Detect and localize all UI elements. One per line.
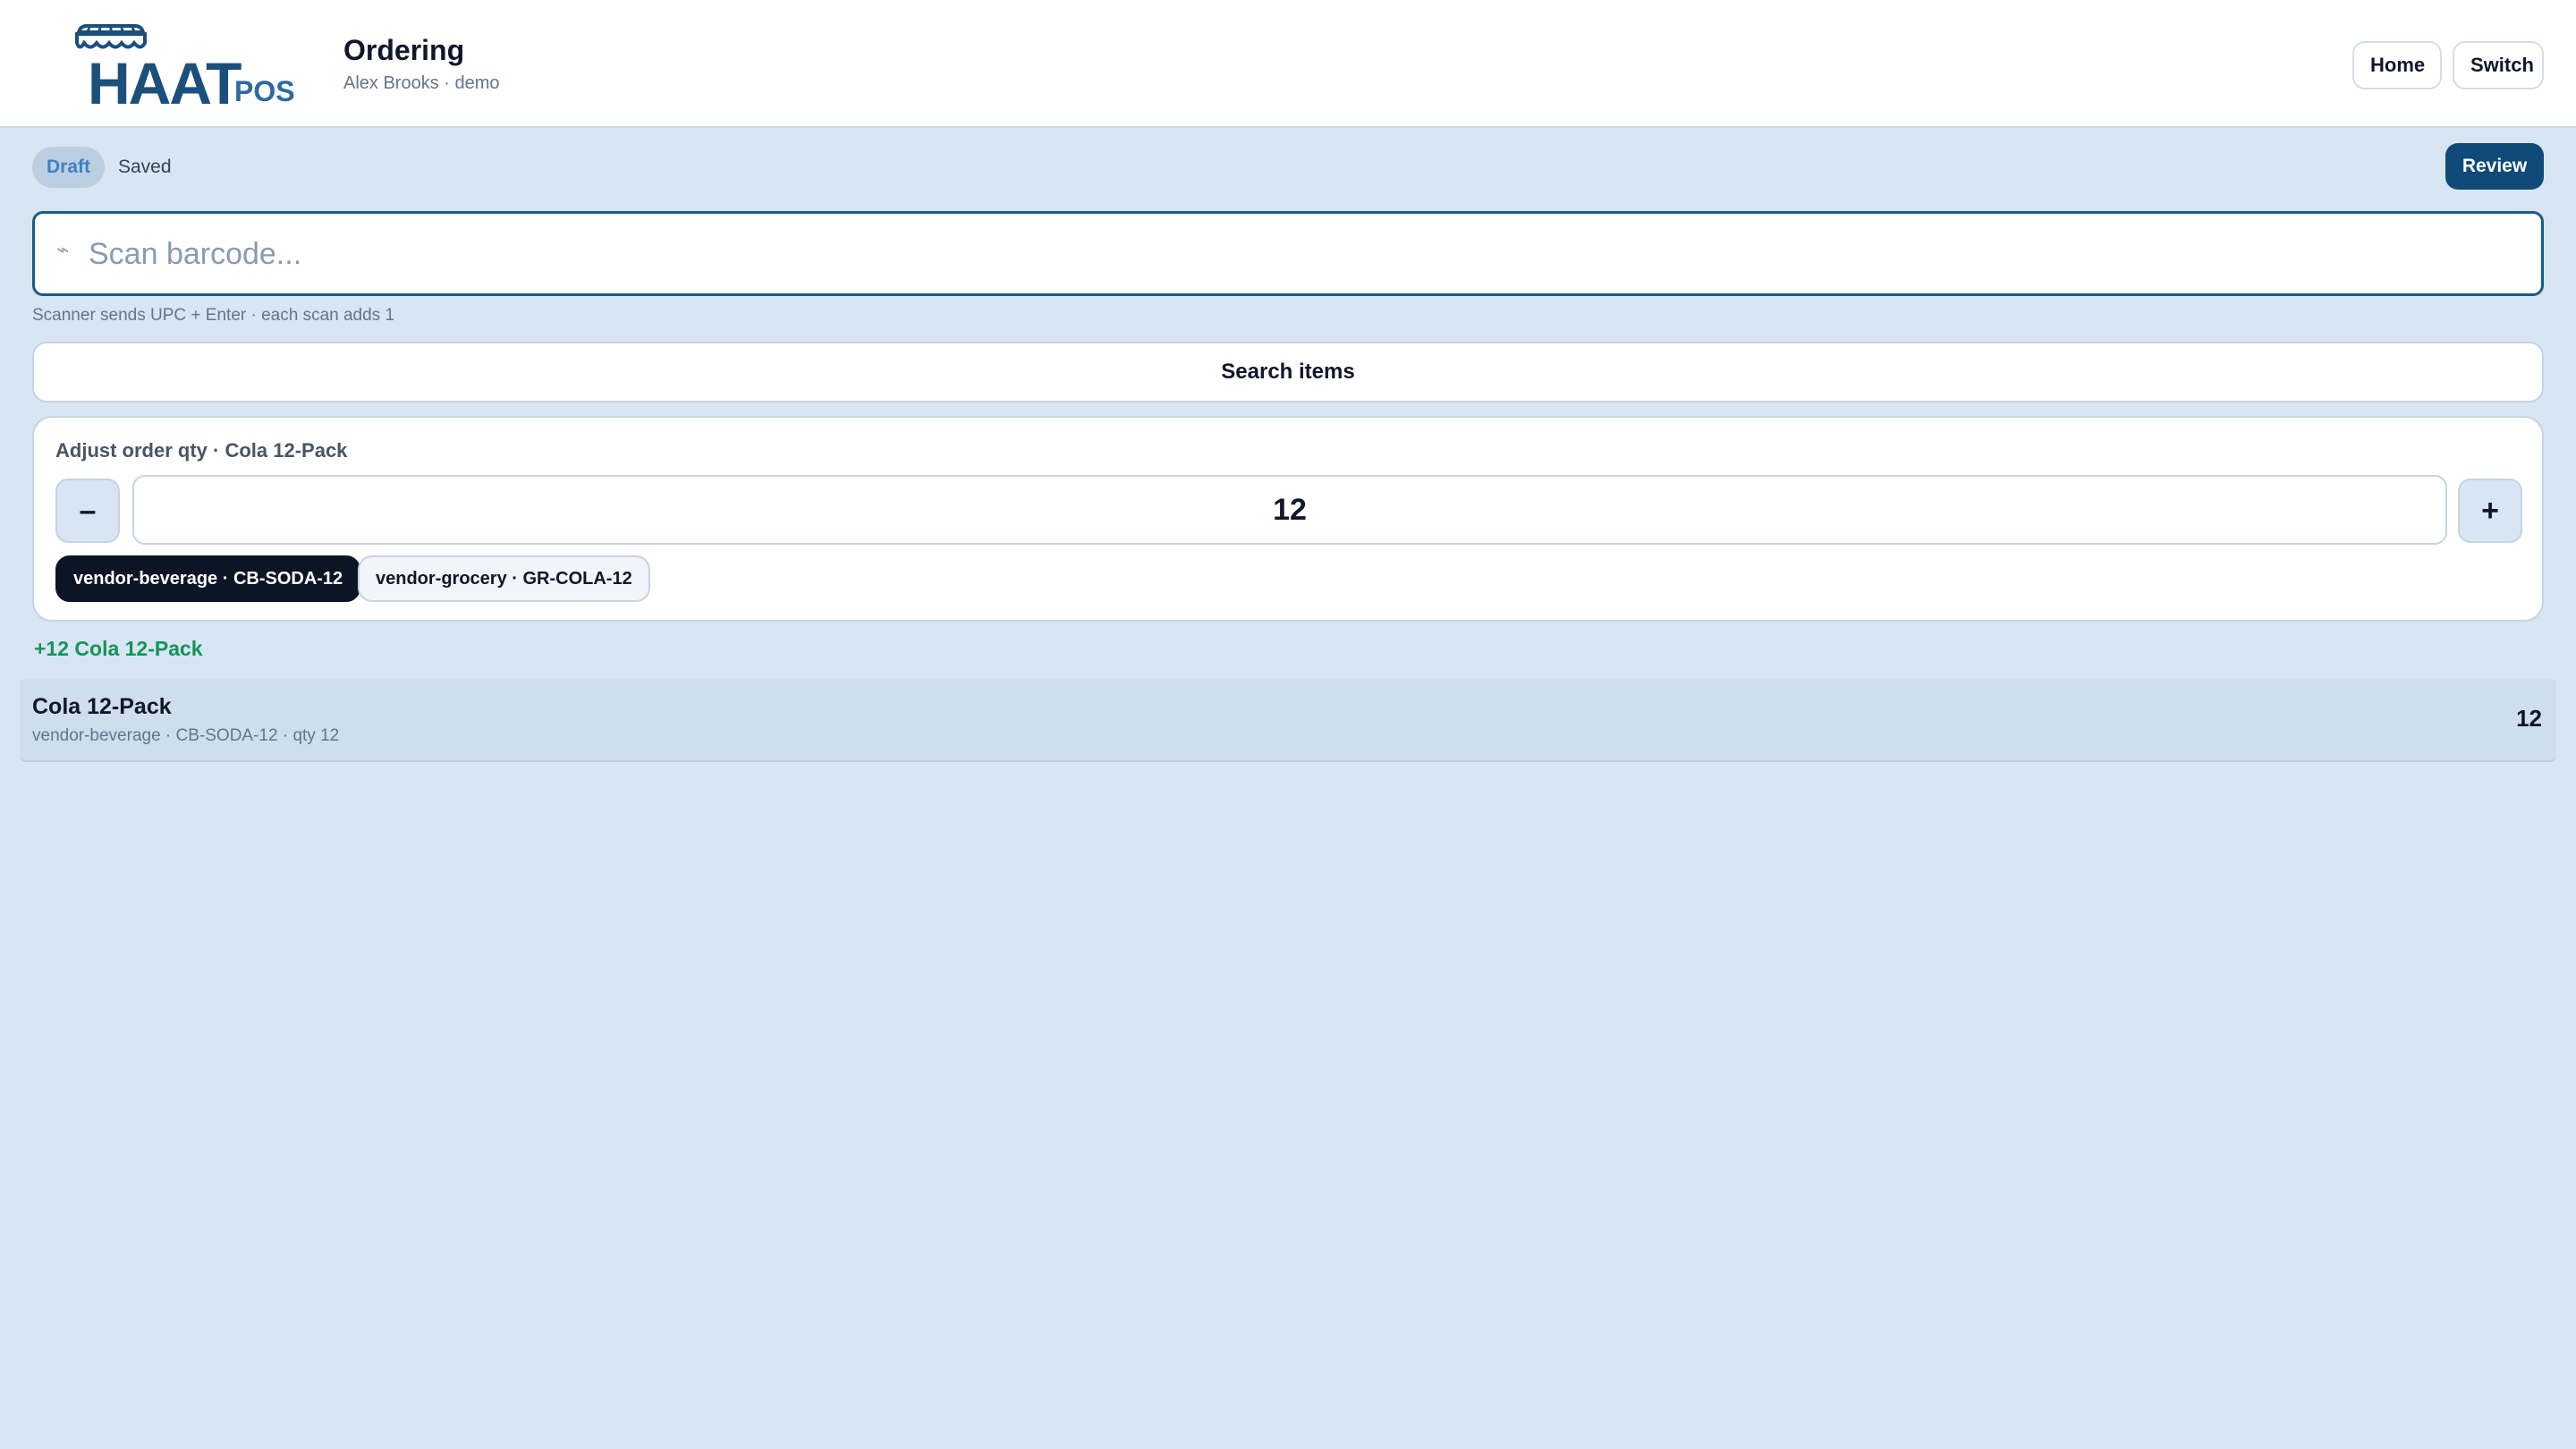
decrease-qty-button[interactable]: – (55, 479, 120, 543)
scan-help-text: Scanner sends UPC + Enter · each scan ad… (32, 306, 395, 325)
item-added-notice: +12 Cola 12-Pack (34, 637, 203, 660)
item-meta: vendor-beverage · CB-SODA-12 · qty 12 (32, 726, 340, 745)
quantity-input[interactable] (132, 475, 2447, 545)
search-items-button[interactable]: Search items (32, 342, 2544, 402)
vendor-chip-beverage[interactable]: vendor-beverage · CB-SODA-12 (55, 555, 361, 602)
logo-pos-suffix: POS (234, 75, 295, 107)
saved-status-text: Saved (118, 157, 172, 177)
adjust-qty-card: Adjust order qty · Cola 12-Pack – + vend… (32, 416, 2544, 622)
app-header: HAAT POS Ordering Alex Brooks · demo Hom… (0, 0, 2576, 128)
switch-button[interactable]: Switch (2453, 41, 2544, 89)
logo-wordmark: HAAT (88, 50, 242, 116)
page-title: Ordering (343, 34, 465, 66)
scan-icon: ⌁ (56, 238, 70, 262)
item-name: Cola 12-Pack (32, 694, 172, 719)
barcode-input[interactable] (87, 225, 2502, 284)
haat-pos-logo: HAAT POS (73, 23, 295, 113)
order-item-row[interactable]: Cola 12-Pack vendor-beverage · CB-SODA-1… (20, 678, 2556, 762)
user-context: Alex Brooks · demo (343, 73, 500, 93)
barcode-scan-field[interactable]: ⌁ (32, 211, 2544, 296)
item-qty: 12 (2516, 705, 2542, 732)
increase-qty-button[interactable]: + (2458, 479, 2522, 543)
home-button[interactable]: Home (2352, 41, 2442, 89)
vendor-chip-grocery[interactable]: vendor-grocery · GR-COLA-12 (358, 555, 650, 602)
adjust-qty-label: Adjust order qty · Cola 12-Pack (55, 439, 348, 462)
draft-status-badge: Draft (32, 147, 106, 188)
review-button[interactable]: Review (2445, 143, 2544, 190)
